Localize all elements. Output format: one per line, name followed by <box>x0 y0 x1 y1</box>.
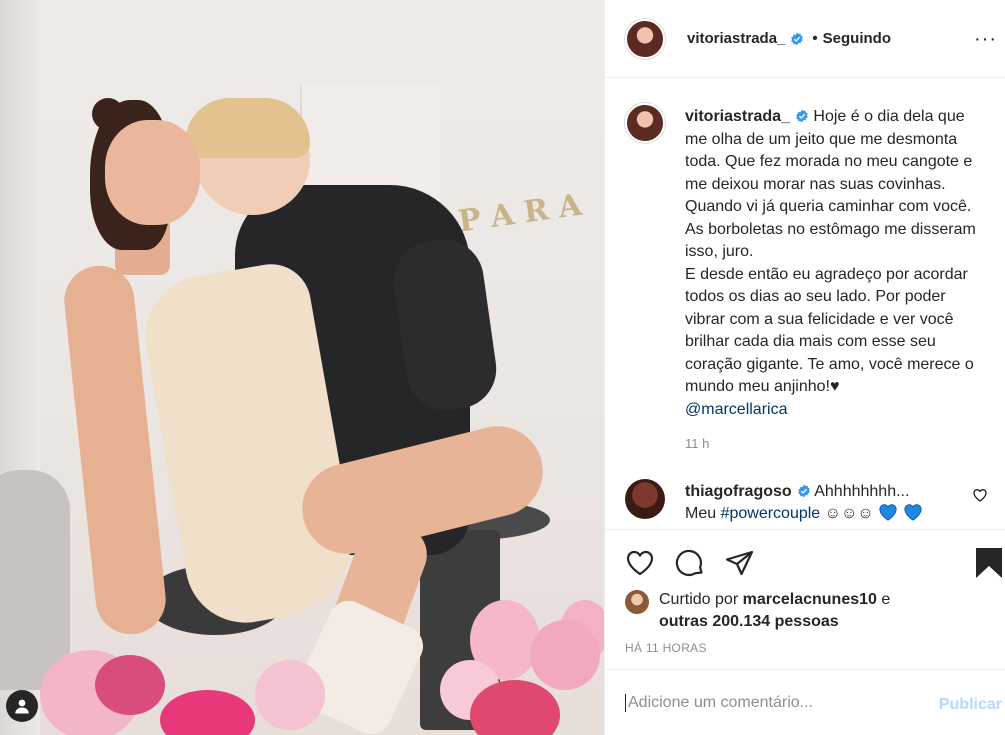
likes-prefix: Curtido por <box>659 591 739 608</box>
banner-letter: A <box>488 196 519 236</box>
balloon <box>530 620 600 690</box>
caption-timestamp[interactable]: 11 h <box>685 433 985 456</box>
caption-mention-link[interactable]: @marcellarica <box>685 401 787 418</box>
following-button[interactable]: Seguindo <box>823 30 891 47</box>
comment-icon[interactable] <box>673 546 707 580</box>
liker-username[interactable]: marcelacnunes10 <box>743 591 877 608</box>
post-timestamp[interactable]: HÁ 11 HORAS <box>625 641 707 655</box>
comment-text-block: thiagofragoso Ahhhhhhhh... Meu #powercou… <box>685 481 965 525</box>
person-right-hair <box>185 98 310 158</box>
blue-heart-icon <box>879 504 897 521</box>
photo-couch <box>0 470 70 690</box>
verified-badge-icon <box>796 109 808 123</box>
comment-body: Ahhhhhhhh... <box>814 483 910 500</box>
post-side-panel: vitoriastrada_ • Seguindo ··· vitoriastr… <box>604 0 1005 735</box>
add-comment-bar: Publicar <box>605 669 1005 735</box>
bookmark-icon[interactable] <box>972 546 1005 580</box>
heart-icon[interactable] <box>623 546 657 580</box>
separator-dot: • <box>812 30 818 47</box>
comment-hashtag-link[interactable]: #powercouple <box>721 505 821 522</box>
balloon <box>160 690 255 735</box>
comment-item: thiagofragoso Ahhhhhhhh... Meu #powercou… <box>625 479 1005 525</box>
post-header: vitoriastrada_ • Seguindo ··· <box>605 0 1005 78</box>
caption-comment: vitoriastrada_ Hoje é o dia dela que me … <box>605 79 1005 456</box>
tagged-users-button[interactable] <box>6 690 38 722</box>
publish-button[interactable]: Publicar <box>939 696 1002 714</box>
comment-like-heart-icon[interactable] <box>972 487 988 503</box>
likes-joiner: e <box>881 591 891 608</box>
verified-badge-icon <box>791 32 804 45</box>
share-icon[interactable] <box>723 546 757 580</box>
caption-text-block: vitoriastrada_ Hoje é o dia dela que me … <box>685 106 985 456</box>
post-image[interactable]: P A R A <box>0 0 604 735</box>
verified-badge-icon <box>797 484 810 498</box>
likes-count-link[interactable]: outras 200.134 pessoas <box>659 613 839 630</box>
comments-section: vitoriastrada_ Hoje é o dia dela que me … <box>605 79 1005 529</box>
blue-heart-icon <box>903 504 922 521</box>
commenter-avatar[interactable] <box>625 479 665 519</box>
more-options-icon[interactable]: ··· <box>974 28 997 51</box>
person-left-bun <box>92 98 124 130</box>
comment-input[interactable] <box>625 693 925 712</box>
post-actions-bar <box>605 529 1005 589</box>
caption-username[interactable]: vitoriastrada_ <box>685 108 790 125</box>
user-icon <box>15 699 29 714</box>
author-username[interactable]: vitoriastrada_ <box>687 30 785 47</box>
likes-text: Curtido por marcelacnunes10 e outras 200… <box>659 589 890 633</box>
author-avatar[interactable] <box>625 18 665 59</box>
liker-avatar[interactable] <box>625 590 649 614</box>
comment-body-meu: Meu <box>685 505 717 522</box>
likes-summary: Curtido por marcelacnunes10 e outras 200… <box>625 589 989 633</box>
comment-emojis: ☺☺☺ <box>824 505 874 522</box>
caption-body: Hoje é o dia dela que me olha de um jeit… <box>685 108 976 395</box>
party-banner: P A R A <box>456 187 586 239</box>
balloon <box>95 655 165 715</box>
banner-letter: R <box>521 192 553 231</box>
banner-letter: A <box>555 187 586 226</box>
commenter-username[interactable]: thiagofragoso <box>685 483 792 500</box>
caption-avatar[interactable] <box>625 103 665 143</box>
balloon <box>255 660 325 730</box>
person-left-head <box>105 120 200 225</box>
